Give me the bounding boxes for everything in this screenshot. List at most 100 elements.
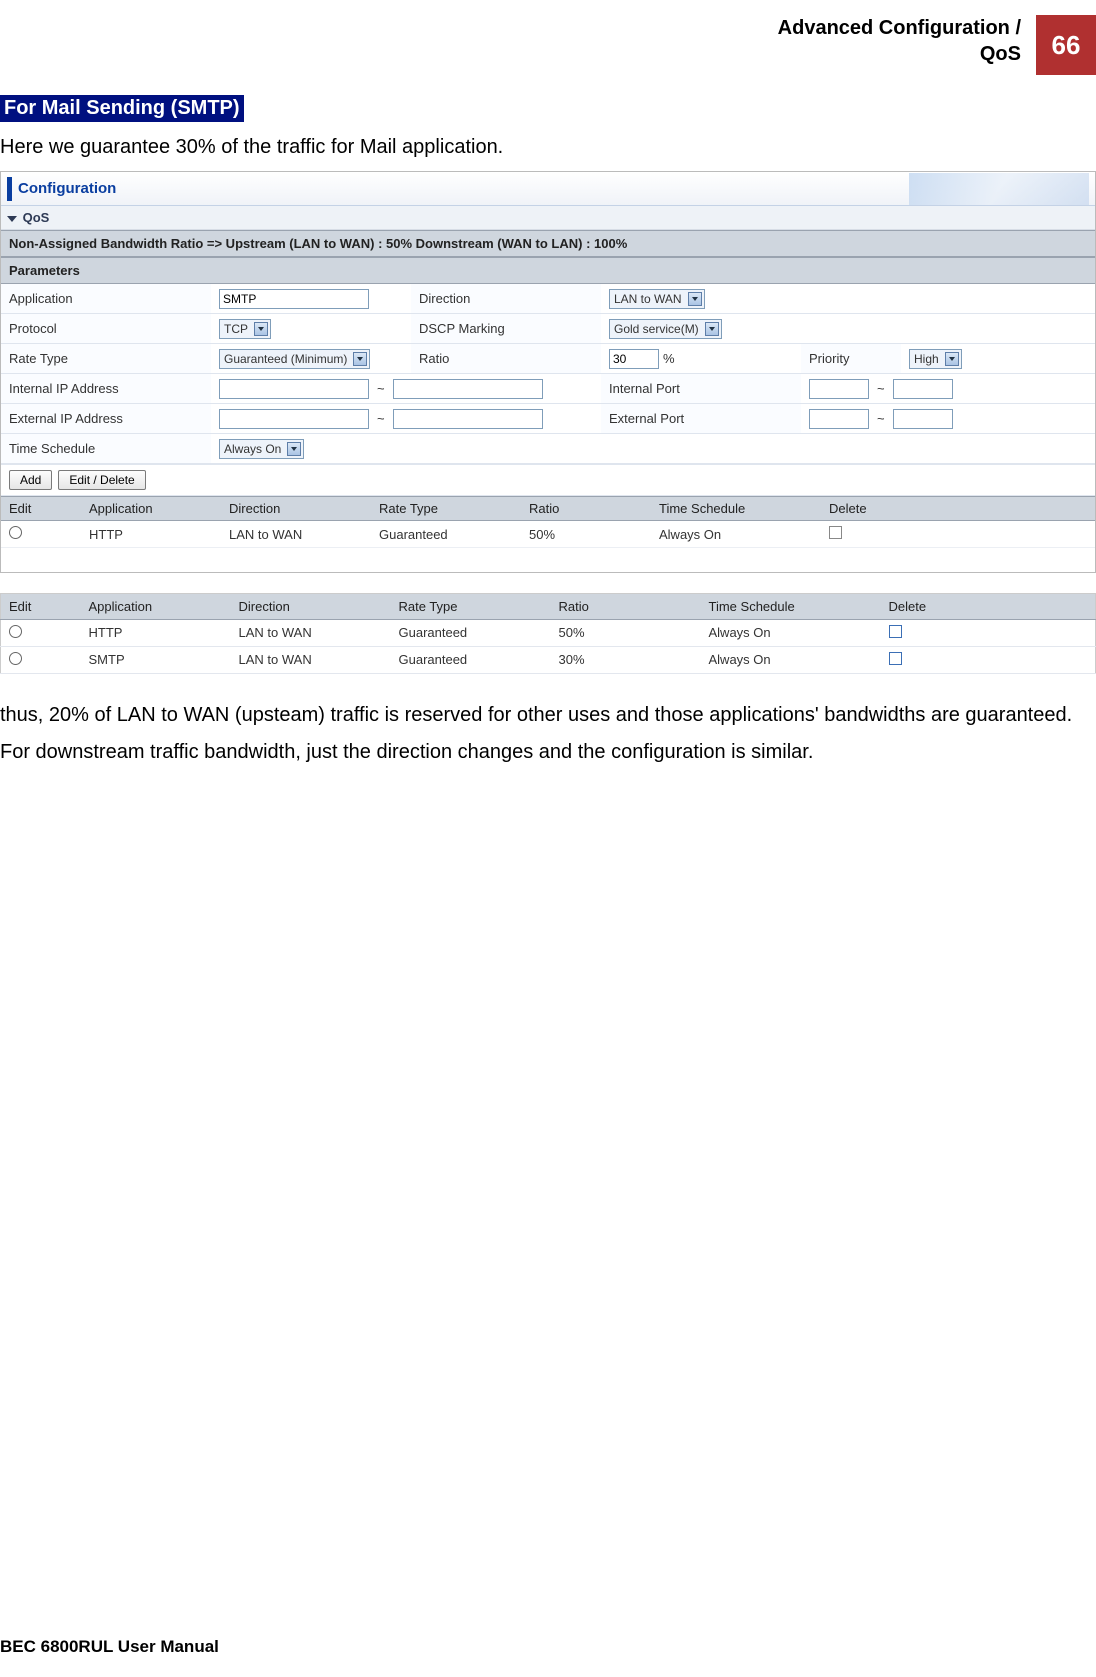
time-schedule-select[interactable]: Always On [219, 439, 304, 459]
button-row: Add Edit / Delete [1, 464, 1095, 496]
col-time-schedule: Time Schedule [701, 593, 881, 619]
col-application: Application [81, 593, 231, 619]
col-delete: Delete [821, 497, 1095, 521]
application-input[interactable] [219, 289, 369, 309]
range-tilde: ~ [873, 381, 889, 396]
external-ip-from-input[interactable] [219, 409, 369, 429]
internal-ip-label: Internal IP Address [1, 374, 211, 404]
col-direction: Direction [231, 593, 391, 619]
header-title: Advanced Configuration / QoS [778, 15, 1021, 67]
header-title-line1: Advanced Configuration / [778, 17, 1021, 39]
ratio-unit: % [663, 351, 675, 366]
closing-para-1: thus, 20% of LAN to WAN (upsteam) traffi… [0, 702, 1096, 729]
add-button[interactable]: Add [9, 470, 52, 490]
dscp-cell: Gold service(M) [601, 314, 801, 344]
table-row: HTTP LAN to WAN Guaranteed 50% Always On [1, 619, 1096, 646]
chevron-down-icon [705, 322, 719, 336]
protocol-select[interactable]: TCP [219, 319, 271, 339]
col-application: Application [81, 497, 221, 521]
banner-decoration [909, 173, 1089, 205]
edit-delete-button[interactable]: Edit / Delete [58, 470, 145, 490]
col-time-schedule: Time Schedule [651, 497, 821, 521]
table-row: HTTP LAN to WAN Guaranteed 50% Always On [1, 521, 1095, 548]
panel-banner: Configuration [1, 172, 1095, 206]
time-schedule-label: Time Schedule [1, 434, 211, 464]
col-ratio: Ratio [551, 593, 701, 619]
cell-application: HTTP [81, 521, 221, 548]
cell-direction: LAN to WAN [231, 619, 391, 646]
priority-cell: High [901, 344, 1095, 374]
table-row: SMTP LAN to WAN Guaranteed 30% Always On [1, 646, 1096, 673]
edit-radio[interactable] [9, 625, 22, 638]
empty-cell [801, 314, 901, 344]
protocol-cell: TCP [211, 314, 411, 344]
dscp-label: DSCP Marking [411, 314, 601, 344]
bandwidth-ratio-row: Non-Assigned Bandwidth Ratio => Upstream… [1, 230, 1095, 257]
range-tilde: ~ [373, 411, 389, 426]
rate-type-select[interactable]: Guaranteed (Minimum) [219, 349, 370, 369]
chevron-down-icon [353, 352, 367, 366]
direction-select[interactable]: LAN to WAN [609, 289, 705, 309]
page-header: Advanced Configuration / QoS 66 [0, 0, 1096, 95]
external-ip-to-input[interactable] [393, 409, 543, 429]
chevron-down-icon [287, 442, 301, 456]
protocol-label: Protocol [1, 314, 211, 344]
col-direction: Direction [221, 497, 371, 521]
configuration-panel: Configuration QoS Non-Assigned Bandwidth… [0, 171, 1096, 573]
cell-ratio: 50% [521, 521, 651, 548]
cell-ratio: 50% [551, 619, 701, 646]
ratio-input[interactable] [609, 349, 659, 369]
application-label: Application [1, 284, 211, 314]
chevron-down-icon [945, 352, 959, 366]
dscp-select[interactable]: Gold service(M) [609, 319, 722, 339]
cell-time-schedule: Always On [701, 646, 881, 673]
page-number-badge: 66 [1036, 15, 1096, 75]
internal-port-to-input[interactable] [893, 379, 953, 399]
external-ip-cell: ~ [211, 404, 601, 434]
delete-checkbox[interactable] [889, 625, 902, 638]
cell-application: HTTP [81, 619, 231, 646]
col-ratio: Ratio [521, 497, 651, 521]
edit-radio[interactable] [9, 652, 22, 665]
intro-text: Here we guarantee 30% of the traffic for… [0, 134, 1096, 161]
delete-checkbox[interactable] [889, 652, 902, 665]
result-rules-table: Edit Application Direction Rate Type Rat… [0, 593, 1096, 674]
cell-direction: LAN to WAN [231, 646, 391, 673]
priority-label: Priority [801, 344, 901, 374]
qos-label: QoS [23, 210, 50, 225]
internal-port-from-input[interactable] [809, 379, 869, 399]
col-edit: Edit [1, 593, 81, 619]
edit-radio[interactable] [9, 526, 22, 539]
collapse-arrow-icon [7, 216, 17, 222]
external-port-cell: ~ [801, 404, 1095, 434]
col-delete: Delete [881, 593, 1096, 619]
cell-time-schedule: Always On [701, 619, 881, 646]
cell-rate-type: Guaranteed [391, 646, 551, 673]
priority-value: High [914, 352, 939, 366]
empty-cell [901, 284, 1095, 314]
ratio-label: Ratio [411, 344, 601, 374]
rate-type-cell: Guaranteed (Minimum) [211, 344, 411, 374]
cell-ratio: 30% [551, 646, 701, 673]
banner-title: Configuration [18, 180, 116, 197]
time-schedule-cell: Always On [211, 434, 1095, 464]
cell-application: SMTP [81, 646, 231, 673]
priority-select[interactable]: High [909, 349, 962, 369]
internal-ip-from-input[interactable] [219, 379, 369, 399]
empty-cell [801, 284, 901, 314]
delete-checkbox[interactable] [829, 526, 842, 539]
qos-section-header[interactable]: QoS [1, 206, 1095, 230]
footer-text: BEC 6800RUL User Manual [0, 1637, 219, 1657]
internal-ip-to-input[interactable] [393, 379, 543, 399]
external-port-from-input[interactable] [809, 409, 869, 429]
empty-cell [901, 314, 1095, 344]
direction-label: Direction [411, 284, 601, 314]
closing-para-2: For downstream traffic bandwidth, just t… [0, 739, 1096, 766]
dscp-value: Gold service(M) [614, 322, 699, 336]
external-ip-label: External IP Address [1, 404, 211, 434]
cell-time-schedule: Always On [651, 521, 821, 548]
rate-type-value: Guaranteed (Minimum) [224, 352, 347, 366]
external-port-to-input[interactable] [893, 409, 953, 429]
internal-port-label: Internal Port [601, 374, 801, 404]
direction-cell: LAN to WAN [601, 284, 801, 314]
